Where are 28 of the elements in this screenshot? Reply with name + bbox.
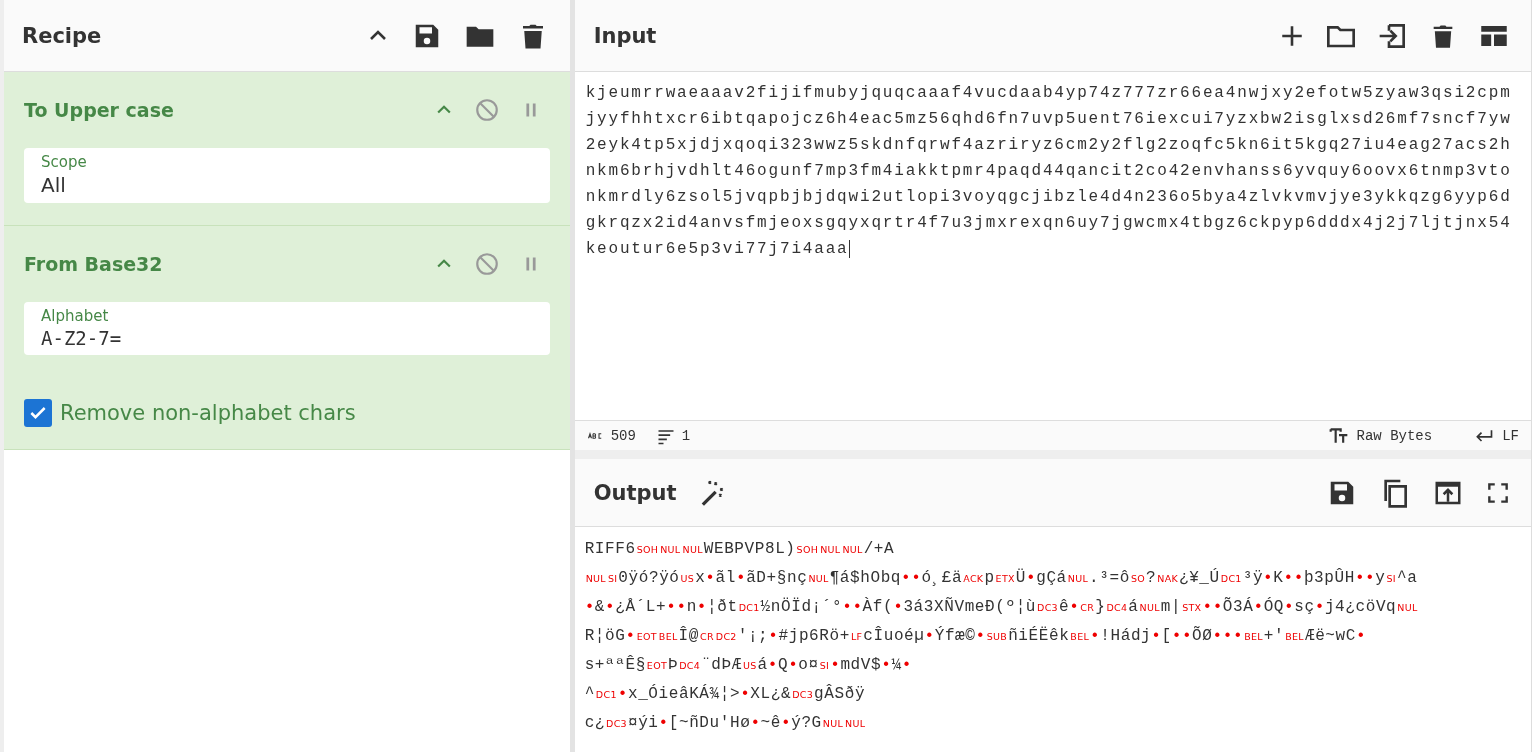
output-line: •&•¿Å´L+••n•¦ðt DC1½nÖÏd¡´°••Àf(•3á3XÑVmeÐ(º¦ù DC3 ê•CR}DC4 á NULm|STX••Õ3Á•ÓQ•sç•j4¿cöVq NUL <box>584 596 1419 618</box>
output-line: s+ªªÊ§EOT Þ DC4¨dÞÆ US á•Q•o¤SI•mdV$•¼• <box>584 654 913 676</box>
input-text[interactable]: kjeumrrwaeaaav2fijifmubyjquqcaaaf4vucdaab4yp74z777zr66ea4nwjxy2efotw5zyaw3qsi2cpmjyyfhhtxcr6ibtqapojcz6h4eac5mz56qhd6fn7uvp5uent76iexcui7yzxbw2isglxsd26mf7sncf7yw2eyk4tp5xjdjxqoqi323wwz5skdnfqrwf4azriryz6cm2y2flg2zoqfc5kn6it5kgq27iu4eag27acs2hnkm6brhjvdhlt46ogunf7mp3fm4iakktpmr4paqd44qancit2co42envhanss6yvquy6oovx6tnmp3vtonkmrdly6zsol5jvqpbjbjdqwi2utlopi3voyqgcjibzle4d4n236o5bya4zlvkvmvjye3ykkqzg6yyp6dgkrqzx2id4anvsfmjeoxsgqyxqrtr4f7u3jmxrexqn6uy7jgwcmx4tbgz6ckpyp6dddx4j2j7ljtjnx54keoutur6e5p3vi77j7i4aaa <box>585 80 1516 262</box>
operation-title: To Upper case <box>24 99 175 121</box>
line-count: 1 <box>681 427 691 444</box>
field-value: All <box>41 173 67 197</box>
input-title: Input <box>593 23 657 48</box>
field-label: Alphabet <box>41 307 110 325</box>
ban-icon <box>473 97 500 123</box>
eol-button[interactable]: LF <box>1474 425 1519 446</box>
checkbox[interactable] <box>24 399 52 427</box>
output-line: NUL SI 0ÿó?ÿó US x•ãl•ãD+§nç NUL¶á$hObq••ó¸£ä ACK p ETX Ü•gÇá NUL.³=ô SO?NAK¿¥_Ú DC1 ³ÿ•K••þ3pÛH••y SI^a <box>584 567 1419 589</box>
argument-field[interactable]: Scope All <box>24 148 550 203</box>
field-label: Scope <box>41 153 88 171</box>
argument-field[interactable]: Alphabet A-Z2-7= <box>24 302 550 355</box>
recipe-title: Recipe <box>22 23 103 48</box>
output-line: c¿DC3¤ýi•[~ñDu'Hø•~ê•ý?G NUL NUL <box>584 713 867 734</box>
character-count: 509 <box>610 427 636 444</box>
output-line: RIFF6 SOH NUL NULWEBPVP8L)SOH NUL NUL/+A <box>584 539 896 560</box>
ban-icon <box>473 251 500 277</box>
output-title: Output <box>593 480 677 505</box>
checkbox-label: Remove non-alphabet chars <box>60 401 356 425</box>
operation-title: From Base32 <box>24 253 164 275</box>
output-line: ^DC1•x_ÓieâKÁ¾¦>•XL¿&DC3 gÂSðÿ <box>584 683 867 705</box>
text-size-icon <box>1328 425 1349 446</box>
encoding-button[interactable]: Raw Bytes <box>1328 425 1447 446</box>
field-value: A-Z2-7= <box>41 327 123 349</box>
output-line: R¦öG•EOT BEL Î@CR DC2'¡;•#jp6Rö+LF cÎuoéµ•Ýfæ©•SUB ñiÉËêk BEL•!Hádj•[••ÕØ•••BEL+'BELÆë~wC• <box>584 625 1368 647</box>
